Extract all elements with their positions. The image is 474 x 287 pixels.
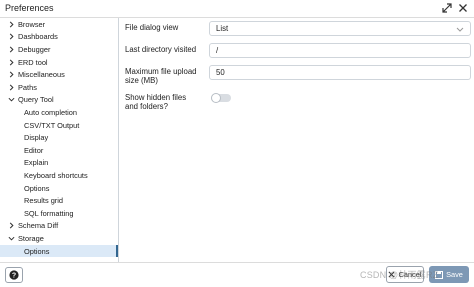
tree-item-label: Results grid <box>24 196 64 206</box>
chevron-right-icon[interactable] <box>7 221 15 231</box>
tree-item[interactable]: SQL formatting <box>0 207 118 220</box>
show-hidden-label-line1: Show hidden files <box>125 93 187 102</box>
close-icon <box>388 271 395 278</box>
window-title: Preferences <box>5 3 54 13</box>
file-dialog-view-select[interactable]: List <box>209 21 471 36</box>
tree-item-label: Debugger <box>18 44 51 54</box>
save-button[interactable]: Save <box>429 266 469 283</box>
tree-item-label: Editor <box>24 145 44 155</box>
tree-item[interactable]: Schema Diff <box>0 220 118 233</box>
tree-item[interactable]: Miscellaneous <box>0 68 118 81</box>
help-button[interactable]: ? <box>5 267 23 283</box>
chevron-right-icon[interactable] <box>7 19 15 29</box>
tree-item-label: Explain <box>24 158 49 168</box>
toggle-knob <box>211 93 221 103</box>
chevron-down-icon[interactable] <box>7 233 15 243</box>
tree-item[interactable]: Browser <box>0 18 118 31</box>
chevron-right-icon[interactable] <box>7 32 15 42</box>
tree-item[interactable]: Storage <box>0 232 118 245</box>
tree-item[interactable]: Options <box>0 244 118 258</box>
show-hidden-label: Show hidden files and folders? <box>125 93 186 111</box>
save-label: Save <box>446 270 463 279</box>
max-upload-label-line2: size (MB) <box>125 76 158 85</box>
max-upload-input[interactable]: 50 <box>209 65 471 80</box>
tree-item[interactable]: Dashboards <box>0 31 118 44</box>
chevron-right-icon[interactable] <box>7 44 15 54</box>
last-directory-label: Last directory visited <box>125 45 197 54</box>
preferences-tree: Browser Dashboards Debugger ERD tool Miscell… <box>0 18 119 262</box>
footer-divider <box>0 262 474 263</box>
cancel-label: Cancel <box>398 270 422 279</box>
file-dialog-view-label: File dialog view <box>125 23 179 32</box>
tree-item[interactable]: Options <box>0 182 118 195</box>
tree-item[interactable]: Auto completion <box>0 106 118 119</box>
show-hidden-toggle[interactable] <box>211 93 231 103</box>
chevron-down-icon[interactable] <box>7 95 15 105</box>
preferences-form: File dialog view List Last directory vis… <box>119 18 474 262</box>
chevron-right-icon[interactable] <box>7 82 15 92</box>
last-directory-input[interactable]: / <box>209 43 471 58</box>
tree-item[interactable]: Query Tool <box>0 94 118 107</box>
tree-item-label: Storage <box>18 233 44 243</box>
tree-item[interactable]: Paths <box>0 81 118 94</box>
show-hidden-label-line2: and folders? <box>125 102 168 111</box>
tree-item-label: Keyboard shortcuts <box>24 170 88 180</box>
tree-item[interactable]: CSV/TXT Output <box>0 119 118 132</box>
tree-item[interactable]: Keyboard shortcuts <box>0 169 118 182</box>
chevron-down-icon <box>456 25 464 33</box>
cancel-button[interactable]: Cancel <box>386 266 424 283</box>
tree-item-label: Paths <box>18 82 37 92</box>
tree-item-label: Options <box>24 183 50 193</box>
tree-item-label: Display <box>24 133 49 143</box>
tree-item-label: Query Tool <box>18 95 54 105</box>
tree-item-label: CSV/TXT Output <box>24 120 80 130</box>
max-upload-label-line1: Maximum file upload <box>125 67 197 76</box>
tree-item-label: ERD tool <box>18 57 48 67</box>
tree-item-label: Schema Diff <box>18 221 59 231</box>
tree-item[interactable]: ERD tool <box>0 56 118 69</box>
tree-item[interactable]: Debugger <box>0 43 118 56</box>
tree-item-label: Miscellaneous <box>18 70 65 80</box>
tree-item[interactable]: Results grid <box>0 194 118 207</box>
tree-item-label: Options <box>24 246 50 256</box>
svg-text:?: ? <box>12 273 16 280</box>
file-dialog-view-value: List <box>216 24 229 33</box>
title-bar: Preferences <box>0 0 474 17</box>
tree-item-label: Dashboards <box>18 32 58 42</box>
max-upload-value: 50 <box>216 68 225 77</box>
tree-item-label: Browser <box>18 19 46 29</box>
save-icon <box>435 270 444 279</box>
expand-icon[interactable] <box>440 1 454 15</box>
question-icon: ? <box>9 270 19 280</box>
close-icon[interactable] <box>456 1 470 15</box>
chevron-right-icon[interactable] <box>7 57 15 67</box>
tree-item[interactable]: Explain <box>0 157 118 170</box>
last-directory-value: / <box>216 46 219 55</box>
chevron-right-icon[interactable] <box>7 70 15 80</box>
tree-item[interactable]: Editor <box>0 144 118 157</box>
tree-item[interactable]: Display <box>0 131 118 144</box>
max-upload-label: Maximum file upload size (MB) <box>125 67 197 85</box>
tree-item-label: Auto completion <box>24 107 77 117</box>
tree-item-label: SQL formatting <box>24 208 74 218</box>
